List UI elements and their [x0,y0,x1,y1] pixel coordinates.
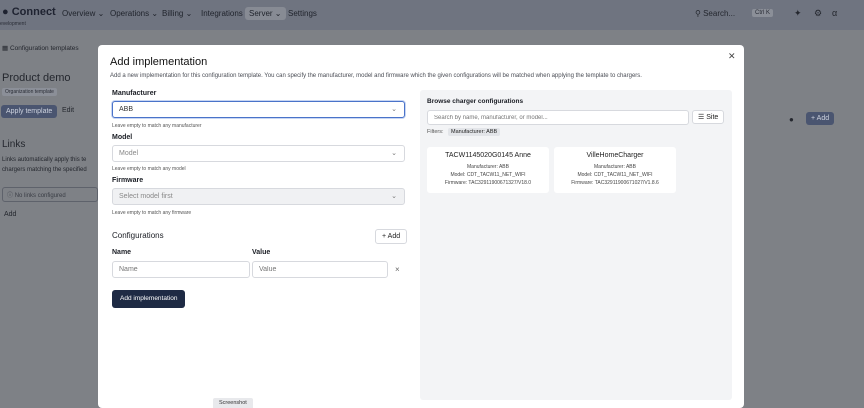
charger-card[interactable]: TACW1145020G0145 Anne Manufacturer: ABB … [427,147,549,193]
name-column-label: Name [112,249,132,256]
add-implementation-bg-button[interactable]: + Add [806,112,835,125]
info-icon: ⓘ [7,193,14,199]
nav-billing[interactable]: Billing ⌄ [162,9,192,18]
links-title: Links [2,139,26,150]
charger-card-title: TACW1145020G0145 Anne [445,152,531,159]
environment-label: evelopment [0,21,26,27]
user-icon[interactable]: α [832,8,837,18]
modal-description: Add a new implementation for this config… [110,73,642,79]
manufacturer-label: Manufacturer [112,90,157,97]
config-name-input[interactable] [112,261,250,278]
add-link-button[interactable]: Add [4,211,16,218]
breadcrumb[interactable]: ▦ Configuration templates [2,44,79,52]
browse-charger-panel: Browse charger configurations ☰ Site Fil… [420,90,732,400]
firmware-label: Firmware [112,177,144,184]
links-description-1: Links automatically apply this te [2,157,87,163]
dot-icon: ● [789,115,794,124]
search-icon: ⚲ [695,9,701,18]
remove-configuration-icon[interactable]: × [395,265,400,274]
global-search[interactable]: ⚲ Search... [695,9,735,18]
logo-icon: ● [2,6,9,18]
app-logo[interactable]: ● Connect [2,6,56,18]
firmware-select[interactable]: Select model first ⌄ [112,188,405,205]
manufacturer-select[interactable]: ABB ⌄ [112,101,405,118]
nav-settings[interactable]: Settings [288,9,317,18]
manufacturer-help: Leave empty to match any manufacturer [112,123,202,129]
links-description-2: chargers matching the specified [2,167,87,173]
charger-card-title: VilleHomeCharger [586,152,644,159]
add-implementation-button[interactable]: Add implementation [112,290,186,308]
filters-label: Filters: [427,129,444,135]
nav-overview[interactable]: Overview ⌄ [62,9,104,18]
add-configuration-button[interactable]: + Add [375,229,408,244]
config-value-input[interactable] [252,261,388,278]
model-select[interactable]: Model ⌄ [112,145,405,162]
notifications-icon[interactable]: ⚙ [814,8,822,19]
chevron-down-icon: ⌄ [391,150,397,157]
charger-card-model: Model: CDT_TACW11_NET_WIFI [450,172,526,178]
charger-card-firmware: Firmware: TAC32911900671027/V1.8.6 [571,180,659,186]
close-icon[interactable]: ✕ [728,51,736,62]
template-icon: ▦ [2,45,9,52]
model-help: Leave empty to match any model [112,166,186,172]
charger-card-firmware: Firmware: TAC32911900671327/V18.0 [444,180,532,186]
no-links-row: ⓘ No links configured [2,187,98,202]
page-title: Product demo [2,72,71,84]
charger-card-model: Model: CDT_TACW11_NET_WIFI [577,172,653,178]
modal-title: Add implementation [110,56,208,68]
chevron-down-icon: ⌄ [391,106,397,113]
filter-chip-manufacturer[interactable]: Manufacturer: ABB [448,128,501,136]
configurations-title: Configurations [112,231,164,240]
apply-template-button[interactable]: Apply template [1,105,58,118]
nav-integrations[interactable]: Integrations [201,9,243,18]
template-badge: Organization template [2,88,57,96]
browse-title: Browse charger configurations [427,98,524,105]
browse-search-input[interactable] [427,110,689,125]
shortcut-hint: Ctrl K [752,9,773,17]
filter-icon: ☰ [698,114,705,121]
bell-icon[interactable]: ✦ [794,8,802,19]
add-implementation-modal: Add implementation ✕ Add a new implement… [98,45,744,408]
charger-card-manufacturer: Manufacturer: ABB [467,164,509,170]
charger-card-manufacturer: Manufacturer: ABB [594,164,636,170]
value-column-label: Value [252,249,271,256]
screenshot-tab[interactable]: Screenshot [213,398,253,408]
nav-operations[interactable]: Operations ⌄ [110,9,158,18]
charger-card[interactable]: VilleHomeCharger Manufacturer: ABB Model… [554,147,676,193]
edit-button[interactable]: Edit [62,107,74,114]
nav-server[interactable]: Server ⌄ [245,7,286,20]
firmware-help: Leave empty to match any firmware [112,210,192,216]
model-label: Model [112,134,133,141]
chevron-down-icon: ⌄ [391,193,397,200]
site-filter-button[interactable]: ☰ Site [692,110,725,124]
